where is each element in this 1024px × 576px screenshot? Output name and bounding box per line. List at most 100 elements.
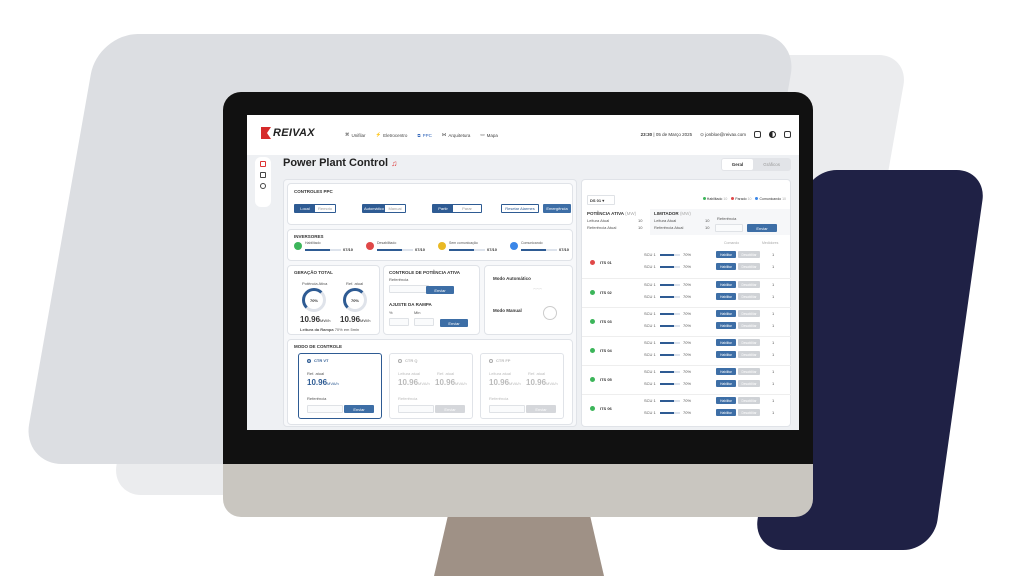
medidor-count: 1 [772, 398, 775, 403]
desabilitar-button[interactable]: Desabilitar [738, 263, 760, 270]
habilitar-button[interactable]: Habilitar [716, 397, 736, 404]
parar-button[interactable]: Parar [453, 205, 481, 212]
medidor-count: 1 [772, 264, 775, 269]
nav-eletrocentro[interactable]: ⚡ Eletrocentro [376, 132, 408, 138]
control-mode-card[interactable]: CTR FP Leitura atual 10.96MVA/h Ref. atual 1… [480, 353, 564, 419]
rampa-pct-input[interactable] [389, 318, 409, 326]
manual-button[interactable]: Manual [385, 205, 405, 212]
window-icon[interactable] [754, 131, 761, 138]
inversor-bar [305, 249, 341, 251]
theme-toggle-icon[interactable] [769, 131, 776, 138]
mode-l1: Leitura atual [398, 371, 421, 376]
nav-unifilar[interactable]: ⌘ Unifilar [345, 132, 366, 138]
habilitar-button[interactable]: Habilitar [716, 351, 736, 358]
logo[interactable]: REIVAX [261, 127, 315, 139]
habilitar-button[interactable]: Habilitar [716, 380, 736, 387]
medidor-count: 1 [772, 252, 775, 257]
tab-geral[interactable]: Geral [721, 159, 754, 170]
lim-ref-input[interactable] [715, 224, 743, 232]
tab-graficos[interactable]: Gráficos [753, 159, 790, 170]
desabilitar-button[interactable]: Desabilitar [738, 281, 760, 288]
habilitar-button[interactable]: Habilitar [716, 293, 736, 300]
bell-icon[interactable]: ♫ [391, 159, 397, 168]
desabilitar-button[interactable]: Desabilitar [738, 310, 760, 317]
mode-send-button[interactable]: Enviar [344, 405, 374, 413]
its-status-icon [590, 290, 595, 295]
mode-send-button[interactable]: Enviar [526, 405, 556, 413]
remote-button[interactable]: Remoto [315, 205, 335, 212]
mode-radio[interactable] [489, 359, 493, 363]
its-row: ITS 02 SCU 1 70% Habilitar Desabilitar 1 SCU 1… [582, 278, 792, 305]
logout-icon[interactable] [784, 131, 791, 138]
main-nav: ⌘ Unifilar ⚡ Eletrocentro ⧉ PPC ⋈ Arquit… [345, 132, 498, 138]
habilitar-button[interactable]: Habilitar [716, 251, 736, 258]
control-mode-card[interactable]: CTR VT Ref. atual 10.96MVA/h Referência Envi… [298, 353, 382, 419]
its-status-icon [590, 348, 595, 353]
rampa-title: AJUSTE DA RAMPA [389, 302, 432, 307]
habilitar-button[interactable]: Habilitar [716, 409, 736, 416]
habilitar-button[interactable]: Habilitar [716, 281, 736, 288]
nav-ppc[interactable]: ⧉ PPC [417, 132, 431, 138]
modo-card: Modo Automático ⌒⌒⌒ Modo Manual [484, 265, 573, 335]
alarm-icon[interactable] [260, 161, 266, 167]
mode-ref-input[interactable] [307, 405, 343, 413]
mode-v2: 10.96MVA/h [435, 378, 467, 387]
desabilitar-button[interactable]: Desabilitar [738, 409, 760, 416]
rampa-min-input[interactable] [414, 318, 434, 326]
scu-bar [660, 354, 680, 356]
mode-name: CTR Q [405, 358, 418, 363]
scu-pct: 70% [683, 282, 692, 287]
calendar-icon[interactable] [260, 172, 266, 178]
mode-ref-input[interactable] [398, 405, 434, 413]
partir-button[interactable]: Partir [433, 205, 453, 212]
scu-bar [660, 325, 680, 327]
habilitar-button[interactable]: Habilitar [716, 368, 736, 375]
nav-mapa[interactable]: ▭ Mapa [480, 132, 498, 138]
modo-controle-card: MODO DE CONTROLE CTR VT Ref. atual 10.96MV… [287, 339, 573, 425]
user-account[interactable]: ⊙ jonbloe@reivax.com [700, 132, 746, 138]
emergency-button[interactable]: Emergência [543, 204, 571, 213]
habilitar-button[interactable]: Habilitar [716, 310, 736, 317]
scu-pct: 70% [683, 410, 692, 415]
manual-switch[interactable] [543, 306, 557, 320]
inversor-count: 07/10 [487, 247, 498, 252]
mode-radio[interactable] [398, 359, 402, 363]
desabilitar-button[interactable]: Desabilitar [738, 251, 760, 258]
globe-icon[interactable] [260, 183, 266, 189]
desabilitar-button[interactable]: Desabilitar [738, 322, 760, 329]
scu-label: SCU 1 [644, 264, 656, 269]
potencia-send-button[interactable]: Enviar [426, 286, 454, 294]
scu-bar [660, 371, 680, 373]
local-button[interactable]: Local [295, 205, 315, 212]
mode-radio[interactable] [307, 359, 311, 363]
potencia-ref-input[interactable] [389, 285, 429, 293]
lim-send-button[interactable]: Enviar [747, 224, 777, 232]
desabilitar-button[interactable]: Desabilitar [738, 293, 760, 300]
habilitar-button[interactable]: Habilitar [716, 339, 736, 346]
nav-arquitetura[interactable]: ⋈ Arquitetura [442, 132, 471, 138]
reset-alarms-button[interactable]: Resetar Alarmes [501, 204, 539, 213]
desabilitar-button[interactable]: Desabilitar [738, 339, 760, 346]
habilitar-button[interactable]: Habilitar [716, 322, 736, 329]
auto-button[interactable]: Automático [363, 205, 385, 212]
scu-pct: 70% [683, 294, 692, 299]
rampa-send-button[interactable]: Enviar [440, 319, 468, 327]
desabilitar-button[interactable]: Desabilitar [738, 380, 760, 387]
desabilitar-button[interactable]: Desabilitar [738, 397, 760, 404]
mode-ref-input[interactable] [489, 405, 525, 413]
potencia-card: CONTROLE DE POTÊNCIA ATIVA Referência En… [383, 265, 480, 335]
ds-select[interactable]: DS 01 ▾ [587, 195, 615, 205]
habilitar-button[interactable]: Habilitar [716, 263, 736, 270]
app-screen: REIVAX ⌘ Unifilar ⚡ Eletrocentro ⧉ PPC ⋈… [247, 115, 799, 430]
scu-label: SCU 1 [644, 282, 656, 287]
control-mode-card[interactable]: CTR Q Leitura atual 10.96MVA/h Ref. atual 10… [389, 353, 473, 419]
mode-name: CTR VT [314, 358, 329, 363]
mode-name: CTR FP [496, 358, 511, 363]
desabilitar-button[interactable]: Desabilitar [738, 368, 760, 375]
desabilitar-button[interactable]: Desabilitar [738, 351, 760, 358]
scu-pct: 70% [683, 352, 692, 357]
medidor-count: 1 [772, 410, 775, 415]
mode-send-button[interactable]: Enviar [435, 405, 465, 413]
scu-pct: 70% [683, 369, 692, 374]
ref-atual-label: Ref. atual [346, 281, 364, 286]
